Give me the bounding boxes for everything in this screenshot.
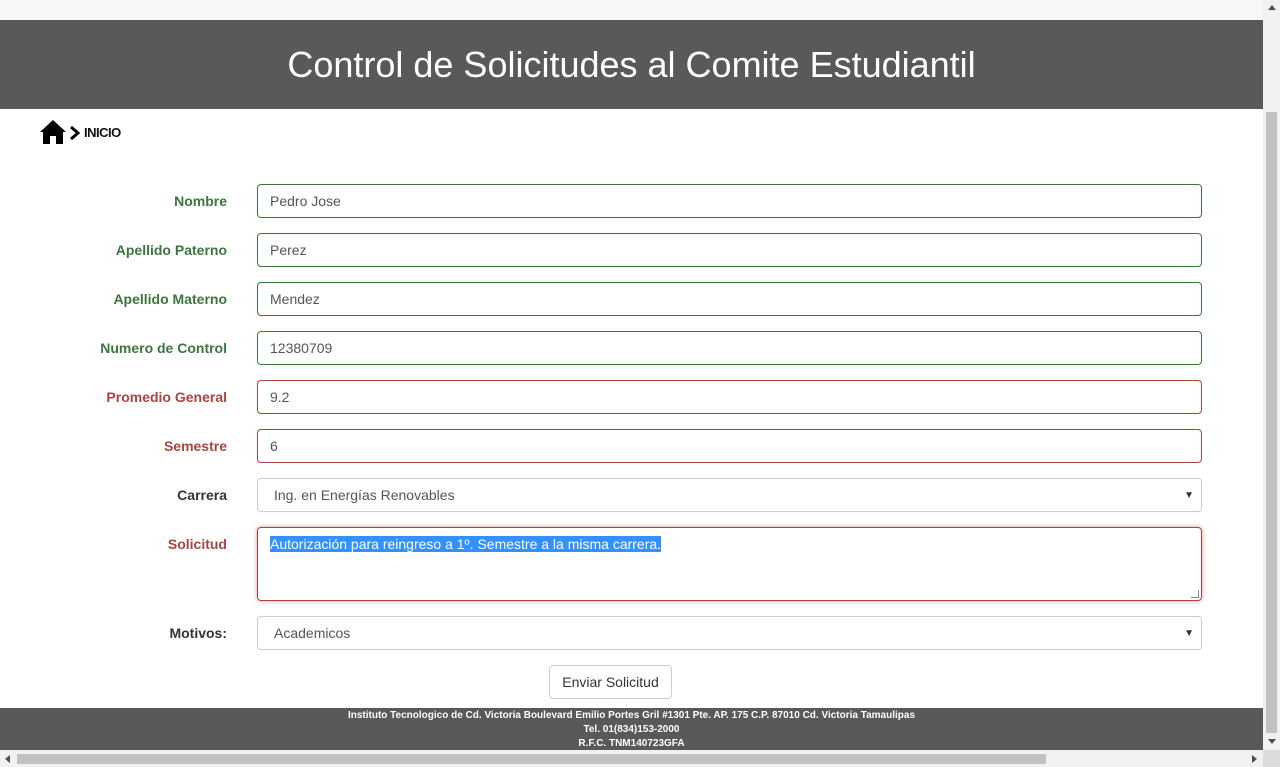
scroll-down-arrow-icon[interactable]: [1268, 739, 1276, 744]
footer-phone: Tel. 01(834)153-2000: [583, 724, 680, 735]
page-footer: Instituto Tecnologico de Cd. Victoria Bo…: [0, 708, 1263, 750]
apellido-paterno-label: Apellido Paterno: [115, 242, 227, 258]
semestre-label: Semestre: [163, 438, 227, 454]
numero-control-row: Numero de Control 12380709: [0, 331, 1263, 365]
solicitud-row: Solicitud Autorización para reingreso a …: [0, 527, 1263, 601]
dropdown-arrow-icon: ▼: [1184, 628, 1194, 639]
resize-handle-icon[interactable]: [1191, 590, 1199, 598]
semestre-input[interactable]: 6: [257, 429, 1202, 463]
scroll-up-arrow-icon[interactable]: [1268, 5, 1276, 10]
page-header: Control de Solicitudes al Comite Estudia…: [0, 20, 1263, 109]
apellido-materno-label: Apellido Materno: [113, 291, 227, 307]
scroll-left-arrow-icon[interactable]: [5, 755, 10, 763]
numero-control-label: Numero de Control: [100, 340, 227, 356]
vertical-scrollbar[interactable]: [1263, 0, 1280, 750]
promedio-row: Promedio General 9.2: [0, 380, 1263, 414]
solicitud-textarea[interactable]: Autorización para reingreso a 1º. Semest…: [257, 527, 1202, 601]
footer-rfc: R.F.C. TNM140723GFA: [578, 738, 685, 749]
semestre-row: Semestre 6: [0, 429, 1263, 463]
carrera-row: Carrera Ing. en Energías Renovables ▼: [0, 478, 1263, 512]
page-viewport: Control de Solicitudes al Comite Estudia…: [0, 0, 1263, 750]
motivos-row: Motivos: Academicos ▼: [0, 616, 1263, 650]
chevron-right-icon: [70, 125, 81, 140]
promedio-input[interactable]: 9.2: [257, 380, 1202, 414]
motivos-select[interactable]: Academicos ▼: [257, 616, 1202, 650]
horizontal-scroll-thumb[interactable]: [17, 754, 1046, 764]
page-title: Control de Solicitudes al Comite Estudia…: [287, 43, 976, 85]
vertical-scroll-thumb[interactable]: [1266, 112, 1277, 733]
nombre-row: Nombre Pedro Jose: [0, 184, 1263, 218]
breadcrumb[interactable]: INICIO: [39, 118, 121, 146]
footer-address: Instituto Tecnologico de Cd. Victoria Bo…: [347, 710, 916, 721]
apellido-paterno-input[interactable]: Perez: [257, 233, 1202, 267]
top-strip: [0, 0, 1263, 20]
nombre-input[interactable]: Pedro Jose: [257, 184, 1202, 218]
submit-button[interactable]: Enviar Solicitud: [549, 665, 672, 699]
promedio-label: Promedio General: [106, 389, 227, 405]
nombre-label: Nombre: [174, 193, 227, 209]
carrera-label: Carrera: [177, 487, 227, 503]
solicitud-text: Autorización para reingreso a 1º. Semest…: [270, 536, 662, 552]
numero-control-input[interactable]: 12380709: [257, 331, 1202, 365]
breadcrumb-label: INICIO: [84, 124, 121, 140]
apellido-paterno-row: Apellido Paterno Perez: [0, 233, 1263, 267]
horizontal-scrollbar[interactable]: [0, 750, 1263, 767]
dropdown-arrow-icon: ▼: [1184, 490, 1194, 501]
solicitud-label: Solicitud: [167, 536, 227, 552]
apellido-materno-row: Apellido Materno Mendez: [0, 282, 1263, 316]
apellido-materno-input[interactable]: Mendez: [257, 282, 1202, 316]
scroll-right-arrow-icon[interactable]: [1252, 755, 1257, 763]
home-icon: [40, 120, 66, 144]
motivos-label: Motivos:: [169, 625, 227, 641]
scrollbar-corner: [1263, 750, 1280, 767]
carrera-select[interactable]: Ing. en Energías Renovables ▼: [257, 478, 1202, 512]
